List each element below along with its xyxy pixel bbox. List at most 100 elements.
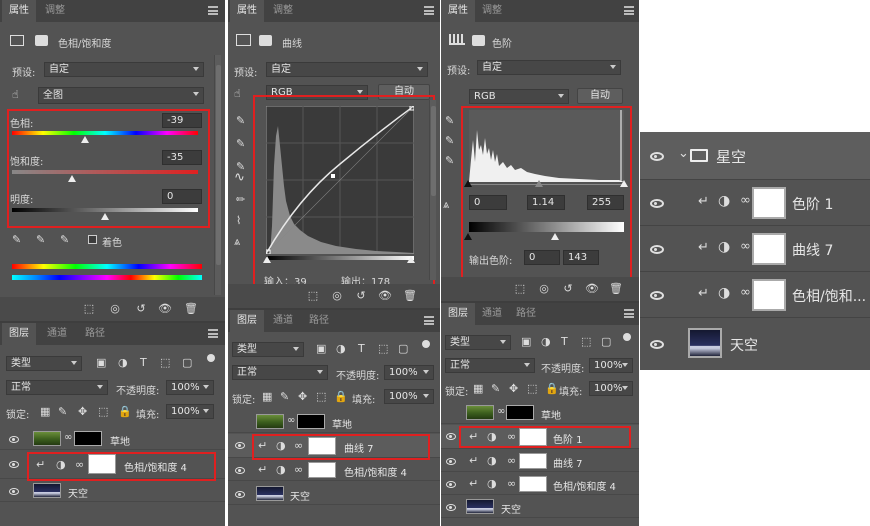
reset-icon[interactable]: ↺ xyxy=(134,302,148,316)
link-icon[interactable]: ∞ xyxy=(75,458,84,471)
eyedropper-black-icon[interactable]: ✎ xyxy=(236,114,245,127)
auto-button[interactable]: 自动 xyxy=(378,84,430,100)
eye-icon[interactable] xyxy=(9,461,19,468)
link-icon[interactable]: ∞ xyxy=(294,463,303,476)
tab-layers[interactable]: 图层 xyxy=(230,310,264,332)
curve-point-icon[interactable]: ∿ xyxy=(234,170,245,185)
link-icon[interactable]: ∞ xyxy=(740,239,751,254)
input-gamma-slider[interactable] xyxy=(535,180,543,187)
layer-filter-select[interactable]: 类型 xyxy=(232,342,304,357)
lock-paint-icon[interactable]: ✎ xyxy=(58,405,67,418)
hue-slider-track[interactable] xyxy=(12,131,198,135)
lock-paint-icon[interactable]: ✎ xyxy=(280,390,289,403)
layer-row[interactable]: ↵ ◑ ∞ 曲线 7 xyxy=(640,226,870,272)
eye-icon[interactable] xyxy=(235,491,245,498)
input-white-slider[interactable] xyxy=(620,180,628,187)
chevron-down-icon[interactable]: ⌄ xyxy=(678,146,689,161)
filter-pixel-icon[interactable]: ▣ xyxy=(316,342,326,355)
tab-layers[interactable]: 图层 xyxy=(441,303,475,325)
filter-smart-icon[interactable]: ▢ xyxy=(182,356,192,369)
layer-row[interactable]: 天空 xyxy=(0,480,225,502)
channel-select[interactable]: 全图 xyxy=(38,87,204,104)
output-black-field[interactable]: 0 xyxy=(524,250,560,265)
clip-to-layer-icon[interactable]: ⬚ xyxy=(82,302,96,316)
tab-paths[interactable]: 路径 xyxy=(78,323,112,345)
filter-type-icon[interactable]: T xyxy=(358,342,365,355)
layer-row[interactable]: ∞ 草地 xyxy=(228,411,440,433)
eye-icon[interactable] xyxy=(235,442,245,449)
lock-move-icon[interactable]: ✥ xyxy=(509,382,518,395)
lock-paint-icon[interactable]: ✎ xyxy=(491,382,500,395)
tab-layers[interactable]: 图层 xyxy=(2,323,36,345)
layer-row[interactable]: ∞ 草地 xyxy=(0,428,225,450)
input-black-slider[interactable] xyxy=(464,180,472,187)
filter-shape-icon[interactable]: ⬚ xyxy=(581,335,591,348)
saturation-value-field[interactable]: -35 xyxy=(162,150,202,165)
view-previous-icon[interactable]: ◎ xyxy=(108,302,122,316)
tab-adjustments[interactable]: 调整 xyxy=(38,0,72,22)
layer-row[interactable]: 天空 xyxy=(640,318,870,370)
layer-row[interactable]: ↵ ◑ ∞ 色阶 1 xyxy=(441,425,639,449)
lightness-value-field[interactable]: 0 xyxy=(162,189,202,204)
filter-smart-icon[interactable]: ▢ xyxy=(601,335,611,348)
clipping-warning-icon[interactable]: ⩓ xyxy=(443,198,449,212)
filter-toggle-icon[interactable] xyxy=(623,333,631,341)
reset-icon[interactable]: ↺ xyxy=(354,289,368,303)
link-icon[interactable]: ∞ xyxy=(64,432,72,443)
lock-artboard-icon[interactable]: ⬚ xyxy=(316,390,326,403)
eyedropper-minus-icon[interactable]: ✎ xyxy=(60,233,69,246)
filter-pixel-icon[interactable]: ▣ xyxy=(521,335,531,348)
eye-icon[interactable] xyxy=(9,436,19,443)
lock-move-icon[interactable]: ✥ xyxy=(298,390,307,403)
lock-move-icon[interactable]: ✥ xyxy=(78,405,87,418)
tab-adjustments[interactable]: 调整 xyxy=(266,0,300,22)
filter-toggle-icon[interactable] xyxy=(422,340,430,348)
visibility-icon[interactable]: 👁 xyxy=(585,282,599,296)
trash-icon[interactable]: 🗑 xyxy=(609,282,623,296)
hue-slider-thumb[interactable] xyxy=(80,136,89,143)
eye-icon[interactable] xyxy=(650,340,664,349)
opacity-field[interactable]: 100% xyxy=(166,380,214,395)
lightness-slider-thumb[interactable] xyxy=(101,213,109,220)
eye-icon[interactable] xyxy=(446,458,456,465)
input-white-field[interactable]: 255 xyxy=(587,195,624,210)
eye-icon[interactable] xyxy=(446,481,456,488)
lock-all-icon[interactable]: 🔒 xyxy=(545,382,559,395)
lock-artboard-icon[interactable]: ⬚ xyxy=(98,405,108,418)
group-row[interactable]: ⌄ 星空 xyxy=(640,132,870,180)
eyedropper-white-icon[interactable]: ✎ xyxy=(445,154,454,167)
tab-adjustments[interactable]: 调整 xyxy=(475,0,509,22)
eyedropper-plus-icon[interactable]: ✎ xyxy=(36,233,45,246)
output-white-slider[interactable] xyxy=(551,233,559,240)
colorize-checkbox[interactable] xyxy=(88,235,97,244)
layer-row[interactable]: ↵ ◑ ∞ 色相/饱和度 4 xyxy=(0,451,225,479)
link-icon[interactable]: ∞ xyxy=(287,415,295,426)
hue-value-field[interactable]: -39 xyxy=(162,113,202,128)
input-gamma-field[interactable]: 1.14 xyxy=(527,195,565,210)
trash-icon[interactable]: 🗑 xyxy=(184,302,198,316)
eye-icon[interactable] xyxy=(650,245,664,254)
eye-icon[interactable] xyxy=(650,199,664,208)
filter-type-icon[interactable]: T xyxy=(140,356,147,369)
white-point-slider[interactable] xyxy=(407,256,415,263)
layer-filter-select[interactable]: 类型 xyxy=(6,356,82,371)
eyedropper-icon[interactable]: ✎ xyxy=(12,233,21,246)
reset-icon[interactable]: ↺ xyxy=(561,282,575,296)
eye-icon[interactable] xyxy=(650,152,664,161)
eye-icon[interactable] xyxy=(446,433,456,440)
input-black-field[interactable]: 0 xyxy=(469,195,507,210)
eye-icon[interactable] xyxy=(650,291,664,300)
layer-row[interactable]: ↵ ◑ ∞ 色阶 1 xyxy=(640,180,870,226)
lightness-slider-track[interactable] xyxy=(12,208,198,212)
filter-type-icon[interactable]: T xyxy=(561,335,568,348)
blend-mode-select[interactable]: 正常 xyxy=(232,365,328,380)
tab-channels[interactable]: 通道 xyxy=(40,323,74,345)
tab-channels[interactable]: 通道 xyxy=(266,310,300,332)
lock-all-icon[interactable]: 🔒 xyxy=(334,390,348,403)
output-white-field[interactable]: 143 xyxy=(563,250,599,265)
channel-select[interactable]: RGB xyxy=(469,89,569,104)
preset-select[interactable]: 自定 xyxy=(44,62,204,77)
lock-all-icon[interactable]: 🔒 xyxy=(118,405,132,418)
link-icon[interactable]: ∞ xyxy=(507,430,516,443)
tab-properties[interactable]: 属性 xyxy=(441,0,475,22)
